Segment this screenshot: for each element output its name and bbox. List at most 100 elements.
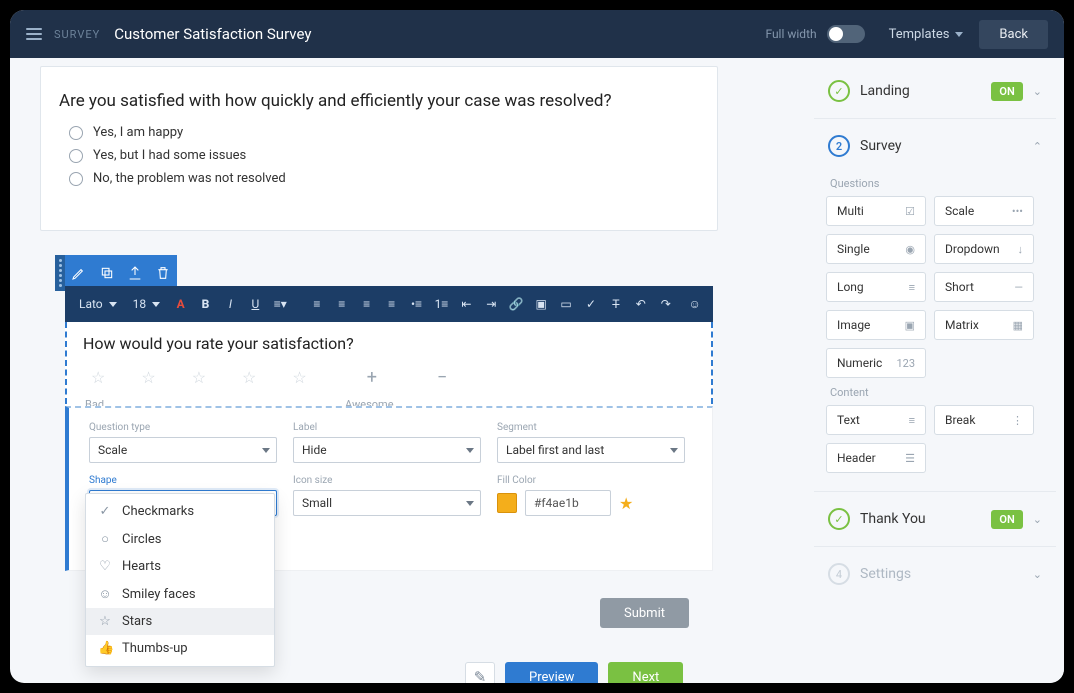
sidebar: ✓ Landing ON ⌄ 2 Survey ⌃ Questions Mult… (814, 58, 1064, 683)
label-select[interactable]: Hide (293, 437, 481, 463)
shape-option-stars[interactable]: ☆Stars (86, 608, 274, 635)
step-survey[interactable]: 2 Survey ⌃ (824, 127, 1046, 165)
image-icon[interactable]: ▣ (531, 292, 552, 316)
star-icon[interactable]: ☆ (292, 368, 306, 387)
shape-option-thumbs[interactable]: 👍Thumbs-up (86, 635, 274, 662)
check-icon[interactable]: ✓ (581, 292, 602, 316)
underline-icon[interactable]: U (245, 292, 266, 316)
video-icon[interactable]: ▭ (556, 292, 577, 316)
qtype-short[interactable]: Short— (934, 272, 1034, 302)
grid-icon: ▦ (1013, 319, 1023, 332)
fontsize-select[interactable]: 18 (127, 297, 167, 311)
check-icon: ✓ (828, 508, 850, 530)
step-thankyou[interactable]: ✓ Thank You ON ⌄ (824, 500, 1046, 538)
segment-label: Segment (497, 422, 685, 433)
full-width-label: Full width (765, 27, 816, 41)
chevron-down-icon: ⌄ (1033, 568, 1042, 581)
content-text[interactable]: Text≡ (826, 405, 926, 435)
font-select[interactable]: Lato (73, 297, 123, 311)
qtype-image[interactable]: Image▣ (826, 310, 926, 340)
qtype-scale[interactable]: Scale••• (934, 196, 1034, 226)
star-icon[interactable]: ☆ (91, 368, 105, 387)
breadcrumb: SURVEY (54, 28, 100, 41)
align-right-icon[interactable]: ≡ (356, 292, 377, 316)
align-center-icon[interactable]: ≡ (331, 292, 352, 316)
chevron-down-icon: ⌄ (1033, 513, 1042, 526)
label-field-label: Label (293, 422, 481, 433)
qtype-long[interactable]: Long≡ (826, 272, 926, 302)
templates-dropdown[interactable]: Templates (889, 27, 964, 42)
step-settings[interactable]: 4 Settings ⌄ (824, 555, 1046, 593)
color-preview-icon: ★ (619, 494, 633, 513)
emoji-icon[interactable]: ☺ (684, 292, 705, 316)
radio-option[interactable]: No, the problem was not resolved (59, 167, 699, 190)
checkbox-icon: ☑ (905, 205, 915, 218)
qtype-single[interactable]: Single◉ (826, 234, 926, 264)
upload-icon[interactable] (121, 258, 149, 288)
shape-option-circles[interactable]: ○Circles (86, 525, 274, 553)
drag-handle-icon[interactable] (55, 255, 65, 291)
qtype-dropdown[interactable]: Dropdown↓ (934, 234, 1034, 264)
redo-icon[interactable]: ↷ (655, 292, 676, 316)
question-text[interactable]: How would you rate your satisfaction? (83, 334, 695, 353)
next-button[interactable]: Next (608, 662, 683, 683)
duplicate-icon[interactable] (93, 258, 121, 288)
clear-format-icon[interactable]: T (605, 292, 626, 316)
chevron-down-icon: ⌄ (1033, 85, 1042, 98)
question-type-select[interactable]: Scale (89, 437, 277, 463)
arrow-down-icon: ↓ (1018, 243, 1024, 256)
brush-icon[interactable]: ✎ (465, 662, 495, 683)
status-badge: ON (991, 82, 1022, 101)
qtype-multi[interactable]: Multi☑ (826, 196, 926, 226)
content-header[interactable]: Header☰ (826, 443, 926, 473)
submit-button[interactable]: Submit (600, 598, 689, 628)
status-badge: ON (991, 510, 1022, 529)
add-star-icon[interactable]: + (367, 367, 377, 388)
indent-icon[interactable]: ⇥ (481, 292, 502, 316)
text-color-icon[interactable]: A (170, 292, 191, 316)
trash-icon[interactable] (149, 258, 177, 288)
image-icon: ▣ (905, 319, 915, 332)
star-icon[interactable]: ☆ (141, 368, 155, 387)
question-title: Are you satisfied with how quickly and e… (59, 91, 699, 111)
back-button[interactable]: Back (979, 20, 1048, 49)
shape-option-hearts[interactable]: ♡Hearts (86, 553, 274, 580)
undo-icon[interactable]: ↶ (630, 292, 651, 316)
shape-option-checkmarks[interactable]: ✓Checkmarks (86, 498, 274, 525)
step-landing[interactable]: ✓ Landing ON ⌄ (824, 72, 1046, 110)
qtype-numeric[interactable]: Numeric123 (826, 348, 926, 378)
chevron-up-icon: ⌃ (1033, 140, 1042, 153)
text-icon: ≡ (909, 414, 915, 427)
number-list-icon[interactable]: 1≡ (431, 292, 452, 316)
shape-option-smiley[interactable]: ☺Smiley faces (86, 580, 274, 608)
full-width-toggle[interactable] (827, 25, 865, 43)
content-break[interactable]: Break⋮ (934, 405, 1034, 435)
bold-icon[interactable]: B (195, 292, 216, 316)
icon-size-select[interactable]: Small (293, 490, 481, 516)
star-icon[interactable]: ☆ (242, 368, 256, 387)
align-justify-icon[interactable]: ≡ (381, 292, 402, 316)
color-swatch[interactable] (497, 493, 517, 513)
list-format-icon[interactable]: ≡▾ (270, 292, 291, 316)
edit-icon[interactable] (65, 258, 93, 288)
content-heading: Content (830, 386, 1046, 399)
survey-canvas: Are you satisfied with how quickly and e… (40, 66, 718, 231)
menu-icon[interactable] (26, 28, 42, 40)
segment-select[interactable]: Label first and last (497, 437, 685, 463)
questions-heading: Questions (830, 177, 1046, 190)
link-icon[interactable]: 🔗 (506, 292, 527, 316)
align-left-icon[interactable]: ≡ (306, 292, 327, 316)
remove-star-icon[interactable]: − (437, 367, 447, 388)
qtype-matrix[interactable]: Matrix▦ (934, 310, 1034, 340)
star-icon[interactable]: ☆ (192, 368, 206, 387)
radio-option[interactable]: Yes, but I had some issues (59, 144, 699, 167)
radio-option[interactable]: Yes, I am happy (59, 121, 699, 144)
preview-button[interactable]: Preview (505, 662, 598, 683)
bullet-list-icon[interactable]: •≡ (406, 292, 427, 316)
break-icon: ⋮ (1012, 414, 1023, 427)
color-hex-input[interactable]: #f4ae1b (525, 490, 611, 516)
italic-icon[interactable]: I (220, 292, 241, 316)
outdent-icon[interactable]: ⇤ (456, 292, 477, 316)
question-type-label: Question type (89, 422, 277, 433)
format-toolbar: Lato 18 A B I U ≡▾ ≡ ≡ ≡ ≡ •≡ 1≡ ⇤ ⇥ 🔗 ▣… (65, 286, 713, 322)
